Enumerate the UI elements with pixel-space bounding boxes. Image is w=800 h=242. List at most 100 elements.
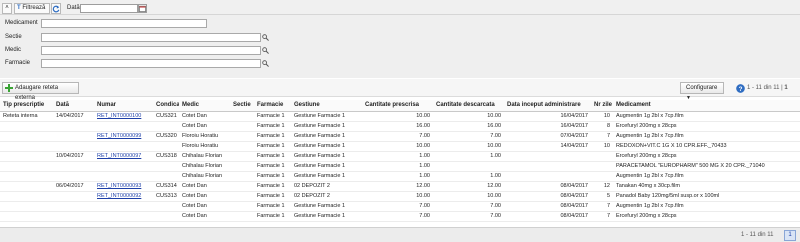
column-header-cantitate-descarcata[interactable]: Cantitate descarcata [433,100,504,112]
search-icon[interactable] [262,60,269,67]
bottom-bar: 1 - 11 din 11 1 [0,227,800,242]
cell-tip-prescriptie [0,121,53,132]
cell-data [53,201,94,212]
cell-cantitate-descarcata: 7.00 [433,211,504,222]
cell-numar [94,211,153,222]
cell-gestiune: Gestiune Farmacie 1 [291,171,362,182]
cell-condica [153,161,179,172]
cell-data-inceput-administrare: 08/04/2017 [504,201,591,212]
cell-sectie [230,171,254,182]
cell-medicament: Augmentin 1g 2bl x 7cp.film [613,111,800,122]
table-row[interactable]: 10/04/2017 RET_INT0000097 CUS318 Chihalau F… [0,151,800,162]
cell-numar[interactable]: RET_INT0000092 [94,191,153,202]
column-header-sectie[interactable]: Sectie [230,100,254,112]
cell-numar [94,161,153,172]
cell-cantitate-prescrisa: 1.00 [362,161,433,172]
column-header-data[interactable]: Dată [53,100,94,112]
cell-numar[interactable]: RET_INT0000100 [94,111,153,122]
medic-input[interactable] [41,46,261,55]
cell-farmacie: Farmacie 1 [254,201,291,212]
cell-medicament: Ercefuryl 200mg x 28cps [613,211,800,222]
filter-panel: Medicament Sectie Medic Farmacie [0,15,800,78]
cell-numar[interactable]: RET_INT0000093 [94,181,153,192]
configure-button[interactable]: Configurare ▼ [680,82,724,101]
cell-data [53,141,94,152]
farmacie-input[interactable] [41,59,261,68]
column-header-medic[interactable]: Medic [179,100,230,112]
cell-gestiune: Gestiune Farmacie 1 [291,151,362,162]
cell-medic: Chihalau Florian [179,171,230,182]
cell-tip-prescriptie [0,191,53,202]
table-row[interactable]: Chihalau Florian Farmacie 1 Gestiune Farma… [0,171,800,182]
cell-condica [153,171,179,182]
column-header-tip-prescriptie[interactable]: Tip prescriptie [0,100,53,112]
column-header-nr-zile[interactable]: Nr zile [591,100,613,112]
date-input[interactable] [80,4,138,13]
table-row[interactable]: RET_INT0000092 CUS313 Cotet Dan Farmacie 10… [0,191,800,202]
cell-data [53,131,94,142]
collapse-button[interactable]: ˄ [2,3,12,14]
cell-gestiune: 02 DEPOZIT 2 [291,181,362,192]
refresh-icon [52,5,60,13]
pager-top-text: 1 - 11 din 11 [747,85,780,91]
cell-numar[interactable]: RET_INT0000097 [94,151,153,162]
medicament-input[interactable] [41,19,207,28]
cell-data-inceput-administrare [504,171,591,182]
column-header-data-inceput-administrare[interactable]: Data inceput administrare [504,100,591,112]
table-row[interactable]: 06/04/2017 RET_INT0000093 CUS314 Cotet Dan F… [0,181,800,192]
cell-medicament: Panadol Baby 120mg/5ml susp.or x 100ml [613,191,800,202]
cell-cantitate-prescrisa: 10.00 [362,191,433,202]
table-row[interactable]: Cotet Dan Farmacie 1 Gestiune Farmacie 1 7.… [0,201,800,212]
page-button[interactable]: 1 [784,230,796,241]
cell-data [53,161,94,172]
cell-data-inceput-administrare [504,151,591,162]
table-row[interactable]: Floroiu Horatiu Farmacie 1 Gestiune Farmac… [0,141,800,152]
column-header-medicament[interactable]: Medicament [613,100,800,112]
cell-sectie [230,161,254,172]
calendar-button[interactable] [138,4,147,13]
table-row[interactable]: Cotet Dan Farmacie 1 Gestiune Farmacie 1 7.… [0,211,800,222]
filter-button[interactable]: T Filtrează [14,3,50,14]
table-row[interactable]: RET_INT0000099 CUS320 Floroiu Horatiu Farma… [0,131,800,142]
column-header-numar[interactable]: Numar [94,100,153,112]
cell-medicament: Augmentin 1g 2bl x 7cp.film [613,201,800,212]
add-button-label: Adaugare reteta externa [15,85,59,101]
column-header-cantitate-prescrisa[interactable]: Cantitate prescrisa [362,100,433,112]
table-row[interactable]: Chihalau Florian Farmacie 1 Gestiune Farma… [0,161,800,172]
table-row[interactable]: Cotet Dan Farmacie 1 Gestiune Farmacie 1 16… [0,121,800,132]
cell-tip-prescriptie [0,211,53,222]
cell-data [53,211,94,222]
column-header-gestiune[interactable]: Gestiune [291,100,362,112]
cell-nr-zile: 10 [591,111,613,122]
table-row[interactable]: Reteta interna 14/04/2017 RET_INT0000100 CU… [0,111,800,122]
cell-condica [153,141,179,152]
cell-tip-prescriptie [0,161,53,172]
cell-tip-prescriptie [0,181,53,192]
sectie-input[interactable] [41,33,261,42]
cell-condica [153,201,179,212]
cell-condica: CUS321 [153,111,179,122]
cell-medic: Cotet Dan [179,211,230,222]
svg-text:?: ? [739,86,743,93]
cell-condica: CUS314 [153,181,179,192]
cell-data-inceput-administrare: 07/04/2017 [504,131,591,142]
medicament-label: Medicament [5,20,38,26]
cell-medicament: REDOXON+VIT.C 1G X 10 CPR.EFF._70433 [613,141,800,152]
column-header-farmacie[interactable]: Farmacie [254,100,291,112]
search-icon[interactable] [262,34,269,41]
help-icon[interactable]: ? [736,84,745,93]
column-header-condica[interactable]: Condica [153,100,179,112]
prescriptions-table: Tip prescriptie Dată Numar Condica Medic Sect… [0,100,800,222]
cell-gestiune: Gestiune Farmacie 1 [291,141,362,152]
cell-sectie [230,181,254,192]
cell-medic: Cotet Dan [179,191,230,202]
cell-numar [94,121,153,132]
search-icon[interactable] [262,47,269,54]
add-external-prescription-button[interactable]: Adaugare reteta externa [2,82,79,101]
cell-cantitate-prescrisa: 7.00 [362,131,433,142]
cell-gestiune: 02 DEPOZIT 2 [291,191,362,202]
plus-icon [5,84,13,92]
cell-numar[interactable]: RET_INT0000099 [94,131,153,142]
pager-top-page[interactable]: 1 [784,85,787,91]
refresh-button[interactable] [51,3,61,14]
